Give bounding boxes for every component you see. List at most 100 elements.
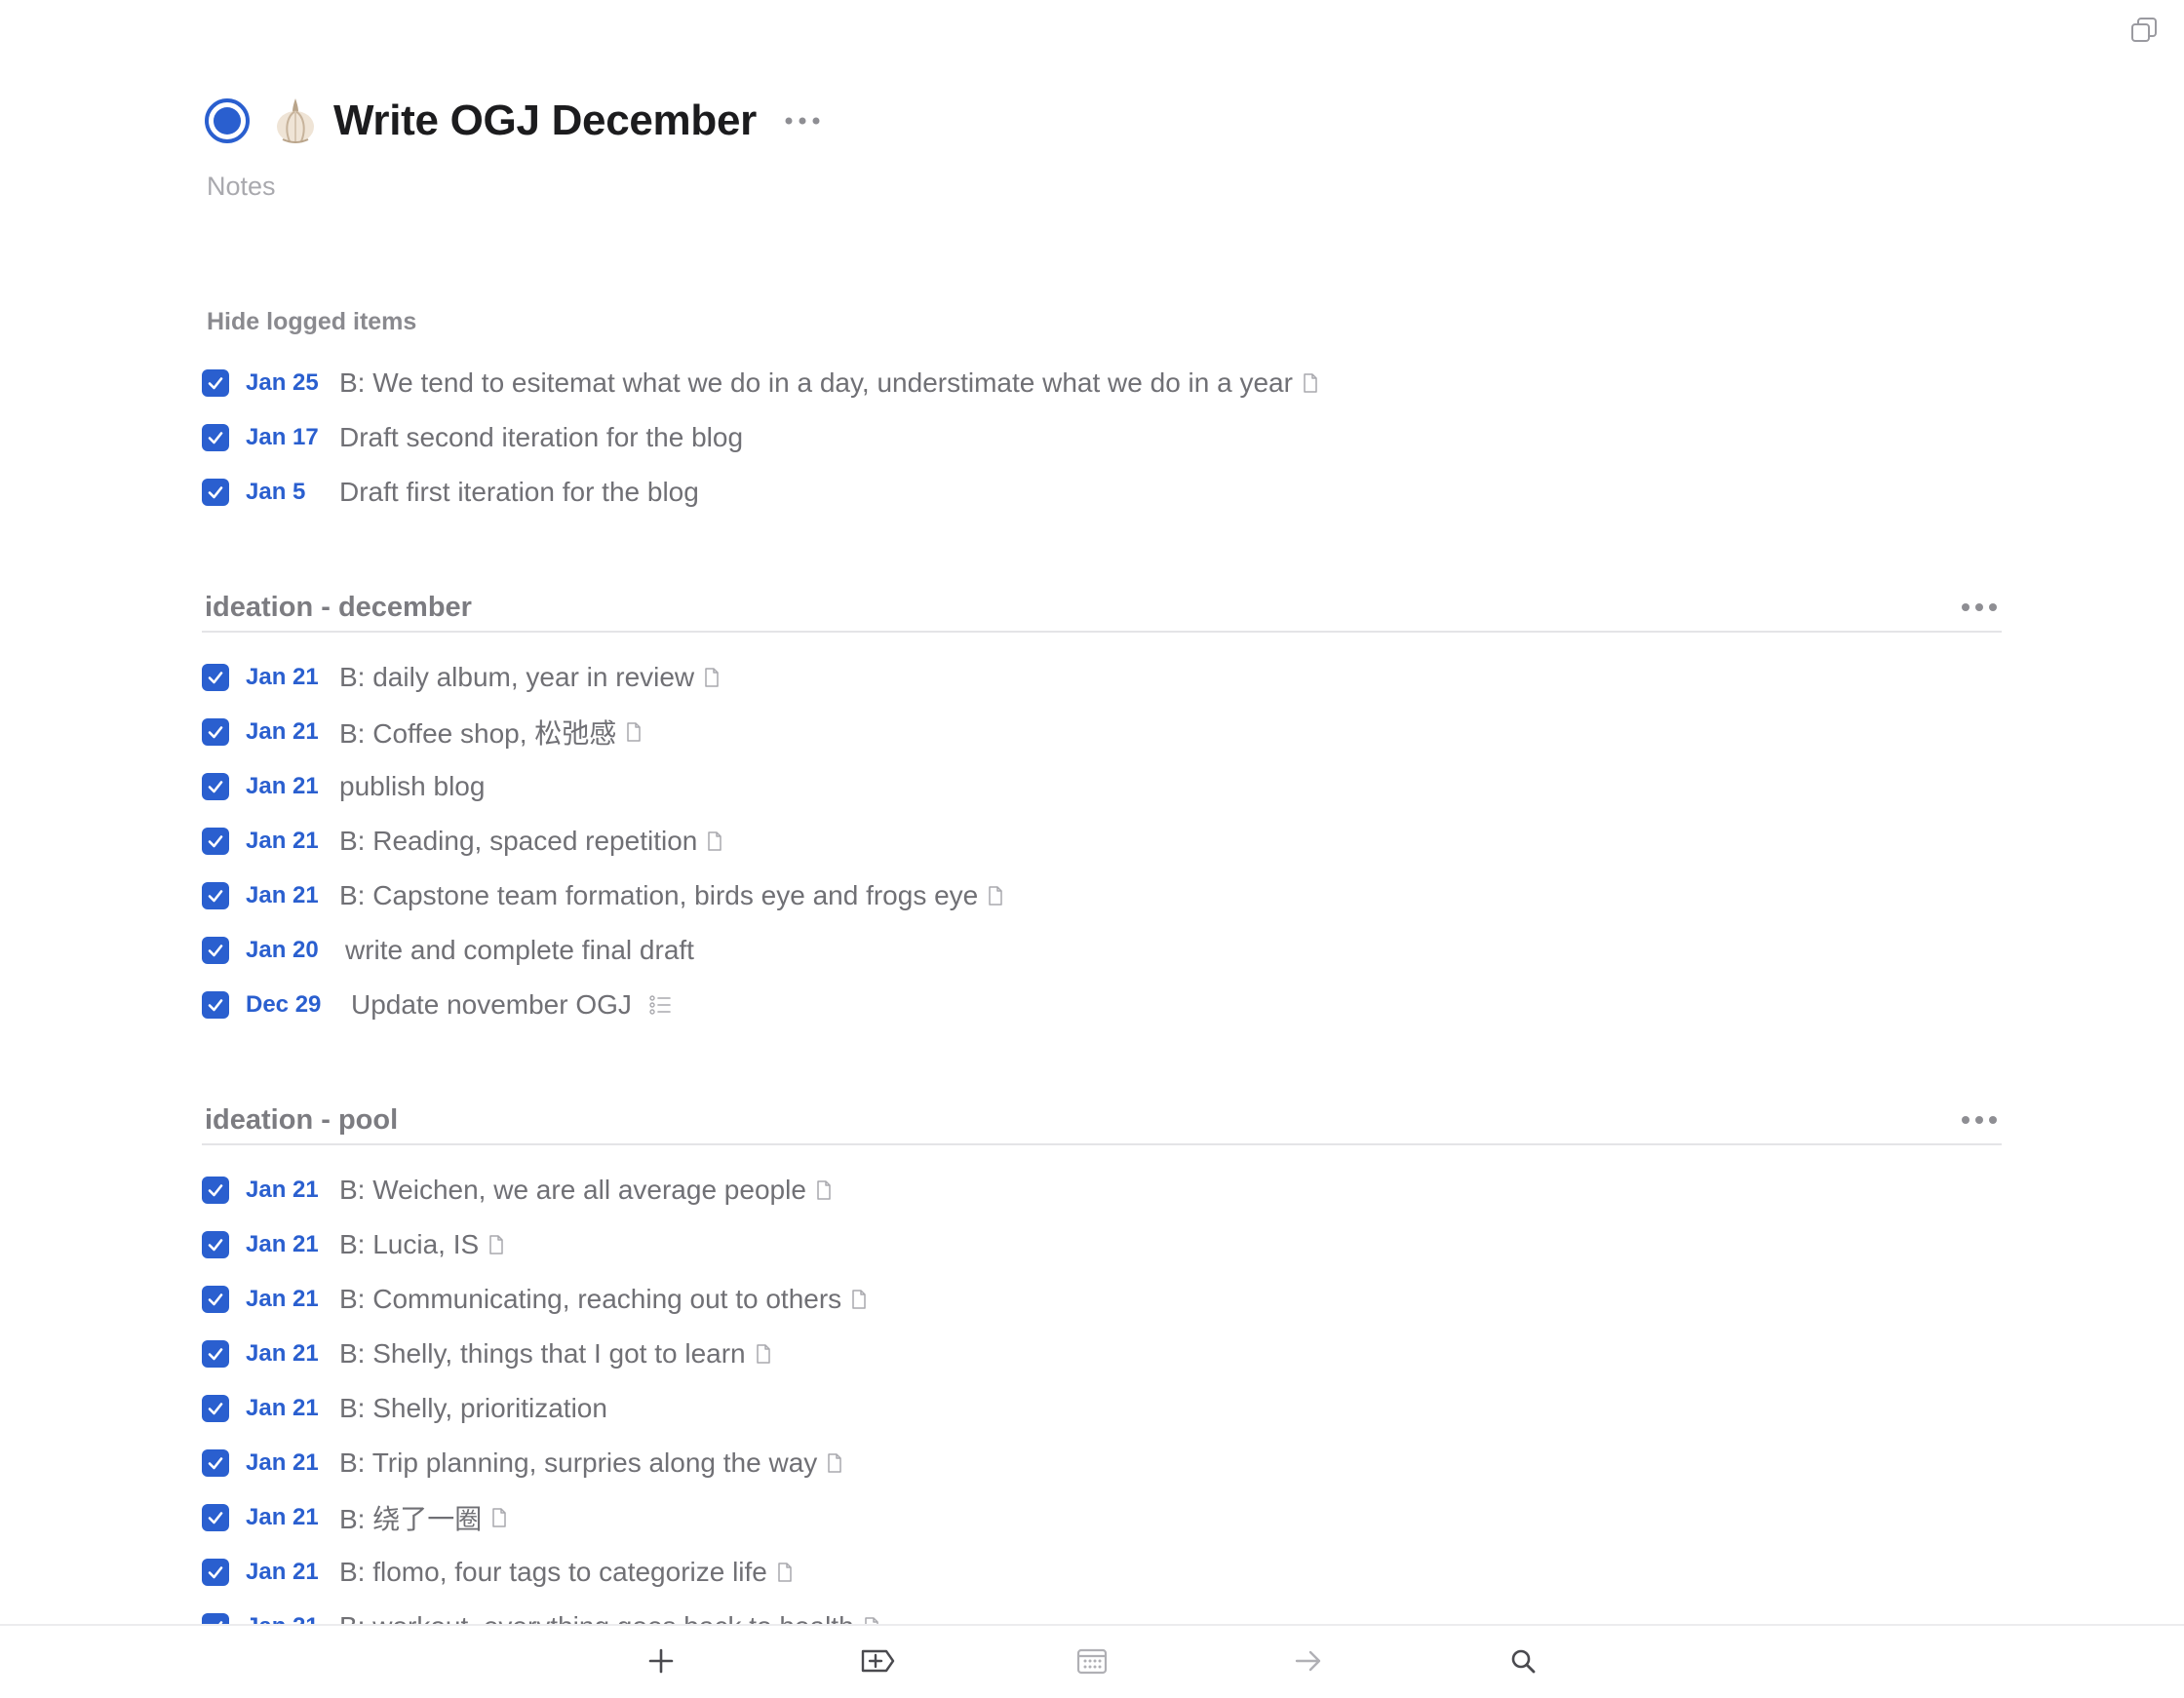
checkmark-icon (208, 945, 223, 957)
todo-row[interactable]: Jan 17 Draft second iteration for the blo… (202, 410, 2006, 465)
completed-checkbox[interactable] (202, 937, 229, 964)
completed-checkbox[interactable] (202, 1559, 229, 1586)
completion-date: Jan 5 (246, 479, 306, 505)
checkmark-icon (208, 1348, 223, 1361)
note-icon (817, 1180, 831, 1200)
completed-checkbox[interactable] (202, 1231, 229, 1258)
todo-row[interactable]: Jan 21 B: Shelly, things that I got to le… (202, 1327, 2006, 1381)
todo-row[interactable]: Jan 21 B: Coffee shop, 松弛感 (202, 705, 2006, 759)
completed-checkbox[interactable] (202, 773, 229, 800)
hide-logged-items-button[interactable]: Hide logged items (207, 308, 416, 336)
completion-date: Jan 21 (246, 1504, 319, 1530)
completion-date: Jan 17 (246, 424, 319, 450)
completed-checkbox[interactable] (202, 828, 229, 855)
todo-title[interactable]: B: Capstone team formation, birds eye an… (339, 880, 978, 911)
completion-date: Jan 21 (246, 1449, 319, 1476)
completion-date: Jan 21 (246, 718, 319, 745)
search-button[interactable] (1502, 1641, 1544, 1680)
todo-row[interactable]: Dec 29 Update november OGJ (202, 978, 2006, 1032)
completion-date: Jan 21 (246, 1177, 319, 1203)
when-button[interactable] (1071, 1641, 1113, 1680)
new-window-icon[interactable] (2129, 16, 2159, 45)
completed-checkbox[interactable] (202, 991, 229, 1019)
completed-checkbox[interactable] (202, 1340, 229, 1368)
logged-items-list: Jan 25 B: We tend to esitemat what we do … (202, 356, 2006, 520)
checkmark-icon (208, 377, 223, 390)
todo-title[interactable]: B: Trip planning, surpries along the way (339, 1447, 817, 1479)
completed-checkbox[interactable] (202, 1504, 229, 1531)
todo-title[interactable]: B: Communicating, reaching out to others (339, 1284, 841, 1315)
todo-title[interactable]: B: Lucia, IS (339, 1229, 479, 1260)
todo-title[interactable]: B: daily album, year in review (339, 662, 694, 693)
project-progress-icon[interactable] (205, 98, 250, 143)
search-icon (1511, 1649, 1536, 1674)
todo-row[interactable]: Jan 21 B: Communicating, reaching out to … (202, 1272, 2006, 1327)
todo-row[interactable]: Jan 21 publish blog (202, 759, 2006, 814)
section-header[interactable]: ideation - pool (202, 1097, 2002, 1145)
todo-row[interactable]: Jan 21 B: Capstone team formation, birds … (202, 868, 2006, 923)
section-title[interactable]: ideation - pool (205, 1104, 398, 1137)
checkmark-icon (208, 1457, 223, 1470)
section-header[interactable]: ideation - december (202, 584, 2002, 633)
todo-title[interactable]: Draft first iteration for the blog (339, 477, 699, 508)
completed-checkbox[interactable] (202, 718, 229, 746)
todo-title[interactable]: B: We tend to esitemat what we do in a d… (339, 367, 1293, 399)
plus-icon (648, 1648, 674, 1674)
todo-row[interactable]: Jan 21 B: Shelly, prioritization (202, 1381, 2006, 1436)
checkmark-icon (208, 1239, 223, 1252)
completed-checkbox[interactable] (202, 664, 229, 691)
todo-row[interactable]: Jan 21 B: daily album, year in review (202, 650, 2006, 705)
completion-date: Jan 21 (246, 1340, 319, 1367)
completed-checkbox[interactable] (202, 369, 229, 397)
note-icon (756, 1344, 770, 1364)
checkmark-icon (208, 486, 223, 499)
completed-checkbox[interactable] (202, 424, 229, 451)
note-icon (489, 1235, 503, 1254)
completed-checkbox[interactable] (202, 479, 229, 506)
new-heading-button[interactable] (856, 1641, 899, 1680)
section-items-list: Jan 21 B: Weichen, we are all average peo… (202, 1163, 2006, 1654)
checkmark-icon (208, 432, 223, 444)
todo-row[interactable]: Jan 20 write and complete final draft (202, 923, 2006, 978)
todo-row[interactable]: Jan 21 B: 绕了一圈 (202, 1490, 2006, 1545)
completed-checkbox[interactable] (202, 1395, 229, 1422)
todo-row[interactable]: Jan 21 B: Reading, spaced repetition (202, 814, 2006, 868)
todo-row[interactable]: Jan 21 B: flomo, four tags to categorize … (202, 1545, 2006, 1600)
todo-title[interactable]: B: Shelly, prioritization (339, 1393, 607, 1424)
todo-row[interactable]: Jan 21 B: Lucia, IS (202, 1217, 2006, 1272)
move-arrow-icon (1295, 1650, 1321, 1672)
section-more-icon[interactable] (1961, 1115, 1998, 1125)
section-title[interactable]: ideation - december (205, 592, 472, 624)
section-more-icon[interactable] (1961, 602, 1998, 612)
garlic-emoji-icon (277, 98, 314, 143)
project-header: Write OGJ December (205, 94, 821, 148)
todo-title[interactable]: B: flomo, four tags to categorize life (339, 1557, 767, 1588)
move-button[interactable] (1287, 1641, 1330, 1680)
todo-title[interactable]: B: Reading, spaced repetition (339, 826, 697, 857)
new-todo-button[interactable] (640, 1641, 682, 1680)
todo-title[interactable]: publish blog (339, 771, 485, 802)
todo-row[interactable]: Jan 25 B: We tend to esitemat what we do … (202, 356, 2006, 410)
todo-title[interactable]: B: 绕了一圈 (339, 1498, 482, 1537)
note-icon (627, 722, 642, 742)
todo-title[interactable]: write and complete final draft (345, 935, 694, 966)
todo-title[interactable]: B: Shelly, things that I got to learn (339, 1338, 746, 1370)
completion-date: Jan 25 (246, 369, 319, 396)
checkmark-icon (208, 781, 223, 793)
todo-row[interactable]: Jan 21 B: Weichen, we are all average peo… (202, 1163, 2006, 1217)
completed-checkbox[interactable] (202, 882, 229, 909)
todo-row[interactable]: Jan 21 B: Trip planning, surpries along t… (202, 1436, 2006, 1490)
completed-checkbox[interactable] (202, 1177, 229, 1204)
more-options-icon[interactable] (784, 115, 821, 127)
todo-title[interactable]: Update november OGJ (351, 989, 632, 1021)
todo-title[interactable]: B: Weichen, we are all average people (339, 1175, 806, 1206)
todo-title[interactable]: Draft second iteration for the blog (339, 422, 743, 453)
todo-title[interactable]: B: Coffee shop, 松弛感 (339, 713, 616, 752)
completion-date: Jan 21 (246, 664, 319, 690)
todo-row[interactable]: Jan 5 Draft first iteration for the blog (202, 465, 2006, 520)
checkmark-icon (208, 1403, 223, 1415)
notes-field[interactable]: Notes (207, 172, 276, 202)
completed-checkbox[interactable] (202, 1286, 229, 1313)
completed-checkbox[interactable] (202, 1449, 229, 1477)
project-title[interactable]: Write OGJ December (333, 96, 757, 145)
